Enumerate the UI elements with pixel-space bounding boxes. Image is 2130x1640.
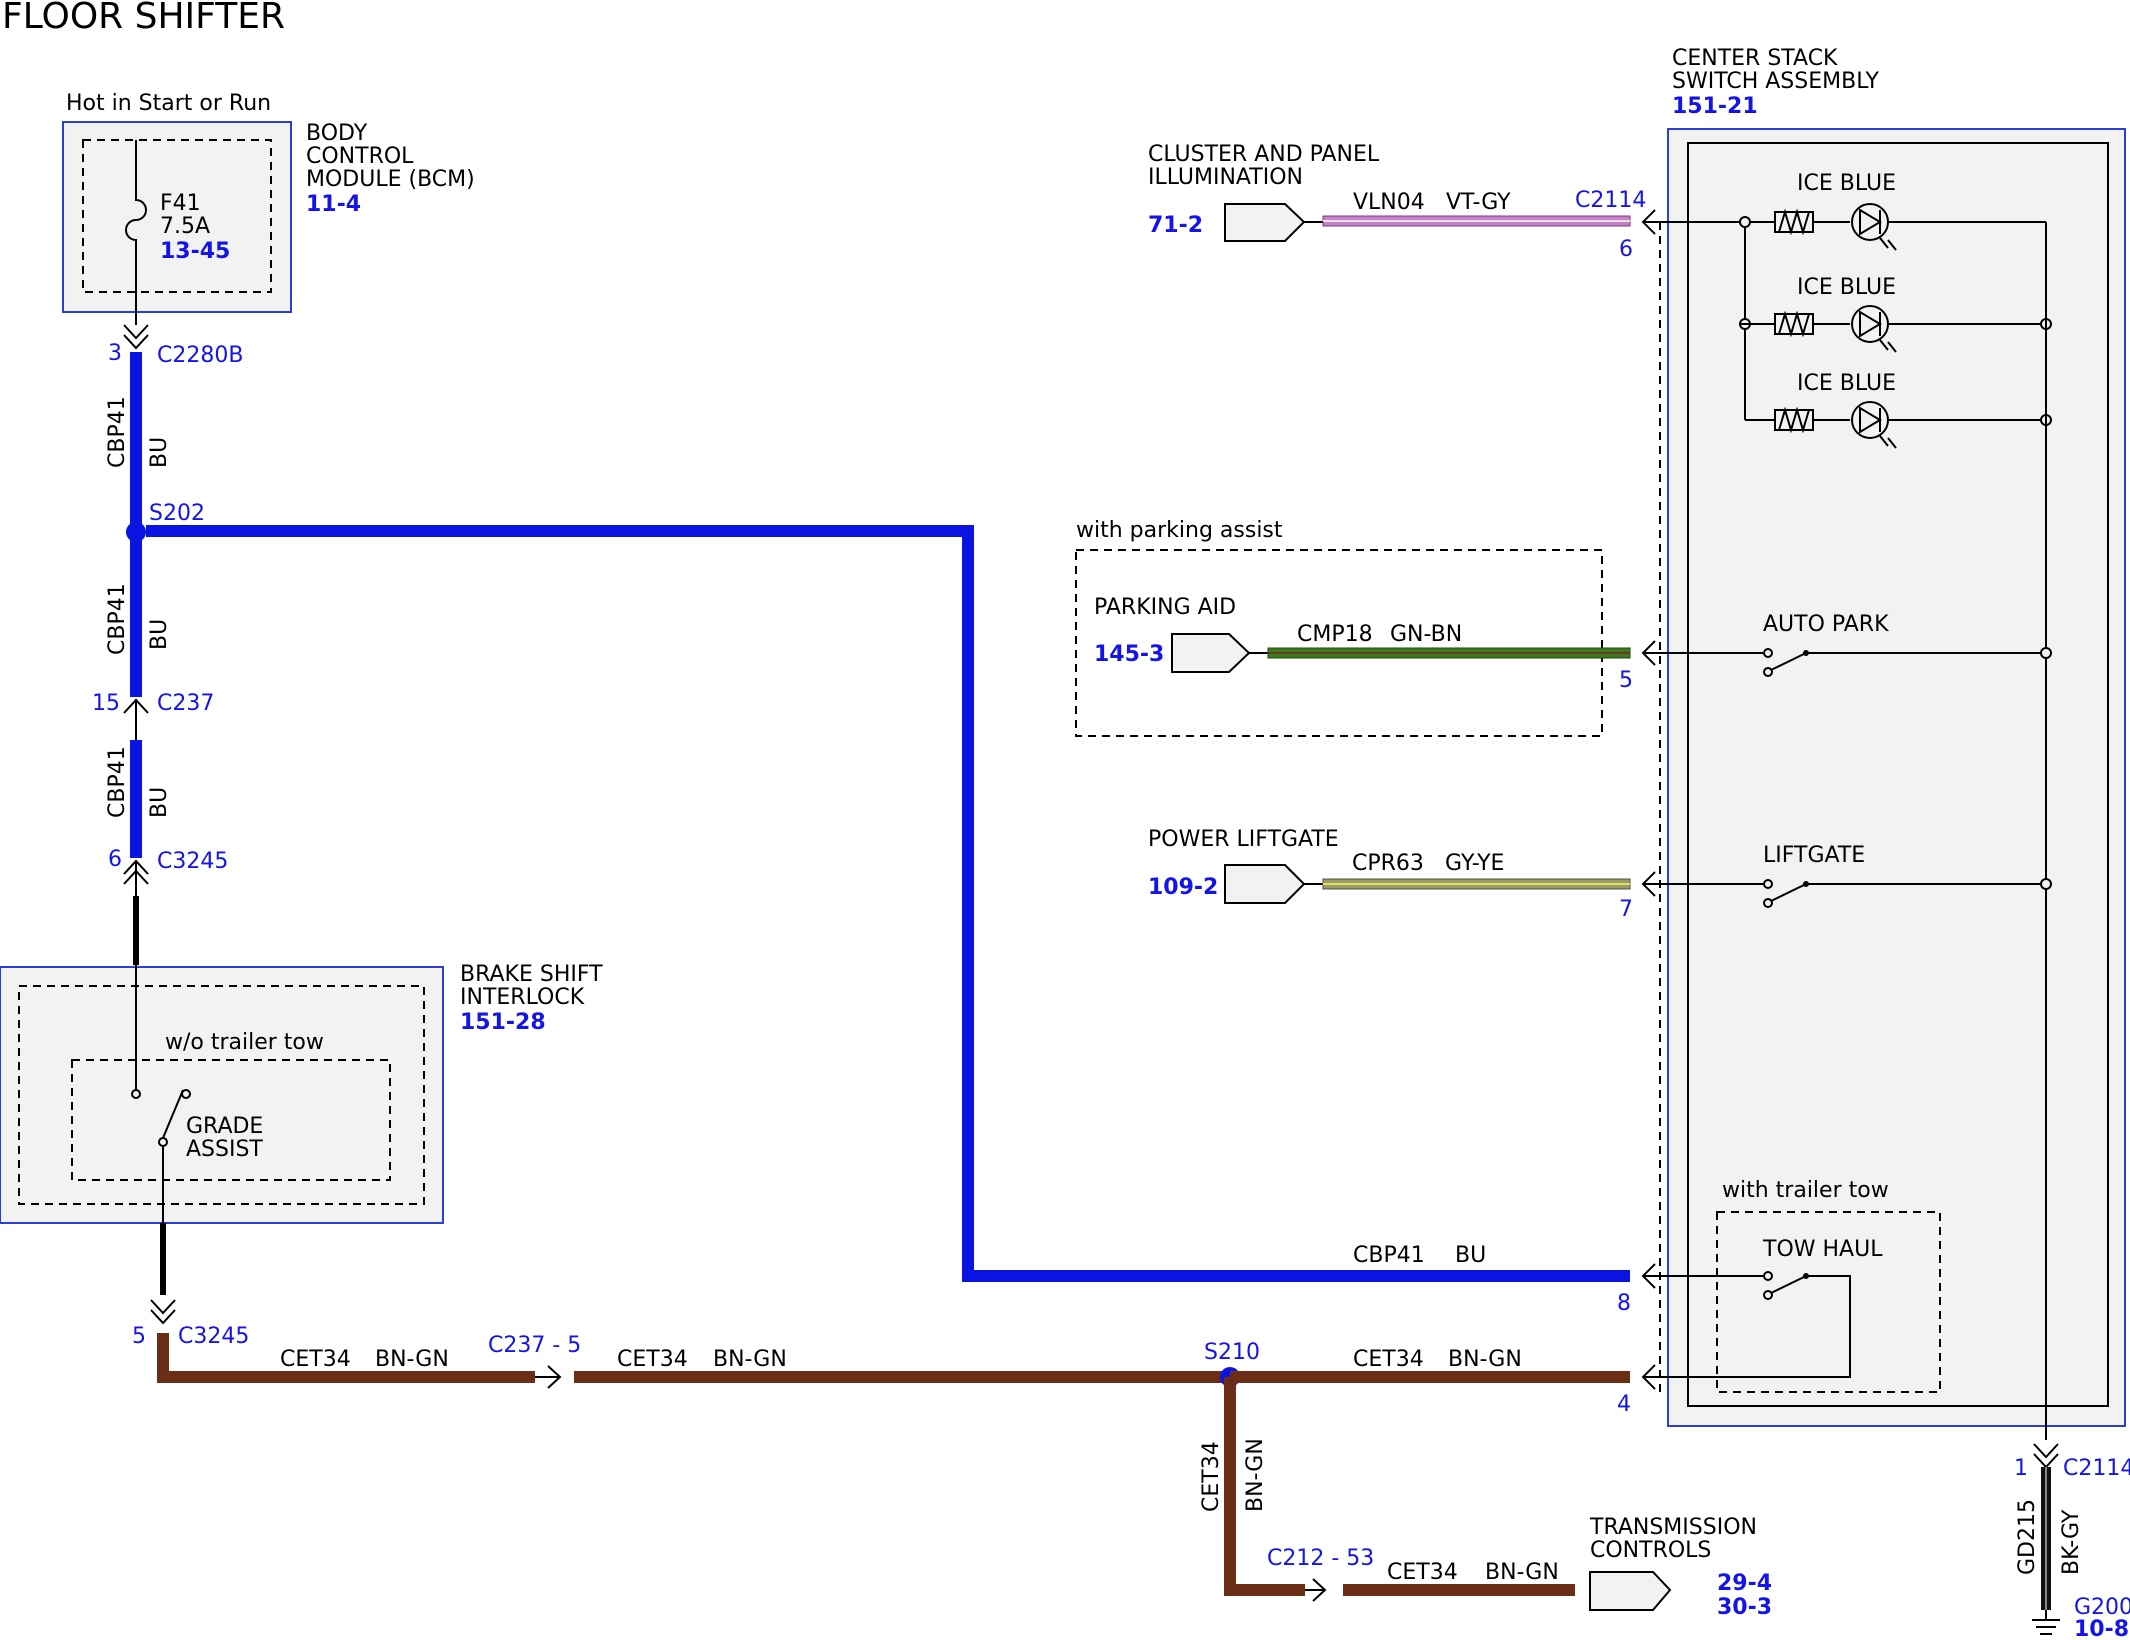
wire-color: BU	[1455, 1243, 1486, 1268]
power-liftgate-name: POWER LIFTGATE	[1148, 827, 1339, 852]
wire-color: GY-YE	[1445, 851, 1504, 876]
css-name-2: SWITCH ASSEMBLY	[1672, 69, 1880, 94]
wire-color: BN-GN	[713, 1347, 787, 1372]
wire-color: BN-GN	[375, 1347, 449, 1372]
pin-5: 5	[1619, 668, 1633, 693]
parking-option: with parking assist	[1076, 518, 1283, 543]
wire-code: CET34	[1387, 1560, 1458, 1585]
css-ref: 151-21	[1672, 94, 1758, 119]
trans-controls-connector-icon	[1589, 1571, 1672, 1611]
ground-icon	[2032, 1610, 2060, 1635]
connector-arrow-icon	[2033, 1443, 2059, 1469]
c2280b-label: C2280B	[157, 343, 243, 368]
fuse-rating: 7.5A	[160, 214, 210, 239]
cluster-connector-icon	[1224, 203, 1306, 242]
wire-color: VT-GY	[1446, 190, 1511, 215]
brake-name-1: BRAKE SHIFT	[460, 962, 603, 987]
parking-aid-name: PARKING AID	[1094, 595, 1236, 620]
bcm-name-2: CONTROL	[306, 144, 414, 169]
pin-7: 7	[1619, 897, 1633, 922]
brake-name-2: INTERLOCK	[460, 985, 585, 1010]
led-1-label: ICE BLUE	[1797, 171, 1896, 196]
c237-label: C237	[157, 691, 214, 716]
s202-label: S202	[149, 501, 205, 526]
connector-arrow-icon	[1305, 1578, 1327, 1602]
wire-code: CMP18	[1297, 622, 1373, 647]
liftgate-switch-label: LIFTGATE	[1763, 843, 1865, 868]
wire-code: CBP41	[1353, 1243, 1425, 1268]
css-name-1: CENTER STACK	[1672, 46, 1838, 71]
connector-arrow-icon	[535, 1365, 562, 1389]
c2114-bot-label: C2114	[2063, 1456, 2130, 1481]
wire-code: CBP41	[105, 746, 130, 818]
wiring-diagram: FLOOR SHIFTER Hot in Start or Run BODY C…	[0, 0, 2130, 1640]
brake-shift-box	[0, 966, 444, 1224]
c2114-bot-pin: 1	[2014, 1456, 2028, 1481]
wire-color: BK-GY	[2059, 1509, 2084, 1575]
pin-6: 6	[1619, 237, 1633, 262]
liftgate-connector-icon	[1224, 864, 1306, 904]
wire-color: BN-GN	[1448, 1347, 1522, 1372]
led-3-label: ICE BLUE	[1797, 371, 1896, 396]
wire-color: BN-GN	[1243, 1438, 1268, 1512]
c2280b-pin: 3	[108, 341, 122, 366]
wire-code: CET34	[280, 1347, 351, 1372]
c3245-label-top: C3245	[157, 849, 228, 874]
wire-color: BU	[147, 619, 172, 650]
trans-name-2: CONTROLS	[1590, 1538, 1711, 1563]
trans-ref-2: 30-3	[1717, 1595, 1772, 1620]
grade-assist-1: GRADE	[186, 1114, 263, 1139]
bcm-ref: 11-4	[306, 192, 361, 217]
cluster-name-1: CLUSTER AND PANEL	[1148, 142, 1380, 167]
wire-color: BU	[147, 437, 172, 468]
power-liftgate-ref: 109-2	[1148, 875, 1218, 900]
wire-code: GD215	[2015, 1499, 2040, 1575]
c3245-label-bot: C3245	[178, 1324, 249, 1349]
pin-8: 8	[1617, 1291, 1631, 1316]
bcm-name-1: BODY	[306, 121, 368, 146]
wire-code: CBP41	[105, 396, 130, 468]
trailer-tow-option: with trailer tow	[1722, 1178, 1889, 1203]
wire-color: BN-GN	[1485, 1560, 1559, 1585]
parking-aid-connector-icon	[1171, 633, 1251, 673]
wire-code: CBP41	[105, 583, 130, 655]
cluster-ref: 71-2	[1148, 213, 1203, 238]
c2114-pin-arrows	[1641, 209, 1656, 1390]
wire-code: CET34	[1199, 1441, 1224, 1512]
pin-4: 4	[1617, 1392, 1631, 1417]
c237-5-label: C237 - 5	[488, 1333, 581, 1358]
wire-code: CPR63	[1352, 851, 1424, 876]
cluster-name-2: ILLUMINATION	[1148, 165, 1303, 190]
wire-code: VLN04	[1353, 190, 1425, 215]
c237-pin: 15	[92, 691, 120, 716]
g200-ref: 10-8	[2074, 1617, 2129, 1640]
parking-aid-ref: 145-3	[1094, 642, 1164, 667]
grade-assist-2: ASSIST	[186, 1137, 263, 1162]
bcm-power-label: Hot in Start or Run	[66, 91, 271, 116]
tow-haul-label: TOW HAUL	[1762, 1237, 1883, 1262]
fuse-label: F41	[160, 191, 201, 216]
led-2-label: ICE BLUE	[1797, 275, 1896, 300]
connector-arrow-icon	[123, 324, 149, 350]
trans-name-1: TRANSMISSION	[1589, 1515, 1757, 1540]
c3245-pin-bot: 5	[132, 1324, 146, 1349]
wire-code: CET34	[617, 1347, 688, 1372]
bcm-name-3: MODULE (BCM)	[306, 167, 475, 192]
page-title: FLOOR SHIFTER	[2, 0, 285, 37]
wire-code: CET34	[1353, 1347, 1424, 1372]
wire-color: BU	[147, 787, 172, 818]
c3245-pin-top: 6	[108, 847, 122, 872]
s210-label: S210	[1204, 1340, 1260, 1365]
wire-color: GN-BN	[1390, 622, 1462, 647]
brake-option: w/o trailer tow	[165, 1030, 324, 1055]
connector-arrow-icon	[150, 1299, 176, 1325]
fuse-ref: 13-45	[160, 239, 230, 264]
trans-ref-1: 29-4	[1717, 1571, 1772, 1596]
brake-ref: 151-28	[460, 1010, 546, 1035]
c2114-top-label: C2114	[1575, 188, 1646, 213]
c212-label: C212 - 53	[1267, 1546, 1374, 1571]
auto-park-label: AUTO PARK	[1763, 612, 1889, 637]
